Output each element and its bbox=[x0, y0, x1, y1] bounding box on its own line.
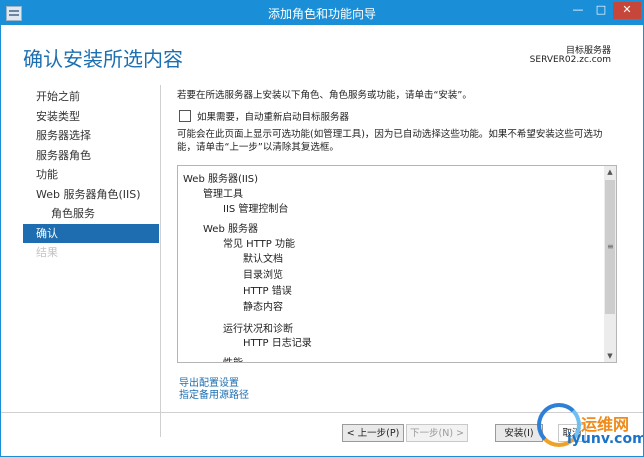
restart-checkbox[interactable] bbox=[179, 110, 191, 122]
scroll-up-arrow-icon[interactable]: ▲ bbox=[604, 166, 616, 178]
feature-item: 静态内容 bbox=[243, 302, 283, 313]
close-button[interactable]: ✕ bbox=[613, 2, 641, 19]
watermark-url: iyunv.com bbox=[567, 431, 644, 447]
window-title: 添加角色和功能向导 bbox=[267, 7, 376, 21]
nav-item-confirmation[interactable]: 确认 bbox=[23, 223, 159, 243]
feature-item: Web 服务器(IIS) bbox=[183, 174, 259, 185]
title-bar: 添加角色和功能向导 — □ ✕ bbox=[1, 1, 643, 25]
restart-checkbox-label[interactable]: 如果需要，自动重新启动目标服务器 bbox=[197, 109, 349, 123]
install-button[interactable]: 安装(I) bbox=[495, 424, 543, 442]
feature-item: 常见 HTTP 功能 bbox=[223, 239, 295, 250]
nav-item-features[interactable]: 功能 bbox=[23, 165, 159, 185]
feature-item: 性能 bbox=[223, 354, 243, 362]
feature-item: HTTP 日志记录 bbox=[243, 338, 312, 349]
nav-item-server-roles[interactable]: 服务器角色 bbox=[23, 146, 159, 166]
features-tree: Web 服务器(IIS) 管理工具 IIS 管理控制台 Web 服务器 常见 H… bbox=[178, 166, 604, 362]
feature-item: HTTP 错误 bbox=[243, 286, 292, 297]
scroll-thumb[interactable]: ≡ bbox=[605, 180, 615, 314]
maximize-button[interactable]: □ bbox=[590, 2, 612, 19]
list-scrollbar[interactable]: ▲ ≡ ▼ bbox=[604, 166, 616, 362]
feature-item: 默认文档 bbox=[243, 254, 283, 265]
scroll-down-arrow-icon[interactable]: ▼ bbox=[604, 350, 616, 362]
wizard-nav: 开始之前 安装类型 服务器选择 服务器角色 功能 Web 服务器角色(IIS) … bbox=[23, 87, 159, 263]
next-button: 下一步(N) > bbox=[406, 424, 468, 442]
wizard-window: 添加角色和功能向导 — □ ✕ 确认安装所选内容 目标服务器 SERVER02.… bbox=[0, 0, 644, 457]
minimize-button[interactable]: — bbox=[567, 2, 589, 19]
nav-item-server-selection[interactable]: 服务器选择 bbox=[23, 126, 159, 146]
intro-text: 若要在所选服务器上安装以下角色、角色服务或功能，请单击“安装”。 bbox=[177, 90, 472, 101]
feature-item: IIS 管理控制台 bbox=[223, 204, 289, 215]
nav-item-before-you-begin[interactable]: 开始之前 bbox=[23, 87, 159, 107]
feature-item: 管理工具 bbox=[203, 189, 243, 200]
feature-item: Web 服务器 bbox=[203, 224, 258, 235]
nav-divider bbox=[160, 85, 161, 437]
page-title: 确认安装所选内容 bbox=[23, 47, 183, 71]
site-watermark: 运维网 iyunv.com bbox=[537, 403, 644, 453]
target-server-name: SERVER02.zc.com bbox=[529, 55, 611, 65]
grip-icon: ≡ bbox=[607, 242, 614, 251]
alternate-source-link[interactable]: 指定备用源路径 bbox=[179, 386, 249, 401]
nav-item-web-server-role[interactable]: Web 服务器角色(IIS) bbox=[23, 185, 159, 205]
feature-item: 目录浏览 bbox=[243, 270, 283, 281]
nav-item-results: 结果 bbox=[36, 246, 58, 259]
nav-item-installation-type[interactable]: 安装类型 bbox=[23, 107, 159, 127]
selected-features-list[interactable]: Web 服务器(IIS) 管理工具 IIS 管理控制台 Web 服务器 常见 H… bbox=[177, 165, 617, 363]
feature-item: 运行状况和诊断 bbox=[223, 324, 293, 335]
nav-item-role-services[interactable]: 角色服务 bbox=[23, 204, 159, 224]
optional-features-note: 可能会在此页面上显示可选功能(如管理工具)，因为已自动选择这些功能。如果不希望安… bbox=[177, 129, 603, 153]
previous-button[interactable]: < 上一步(P) bbox=[342, 424, 404, 442]
